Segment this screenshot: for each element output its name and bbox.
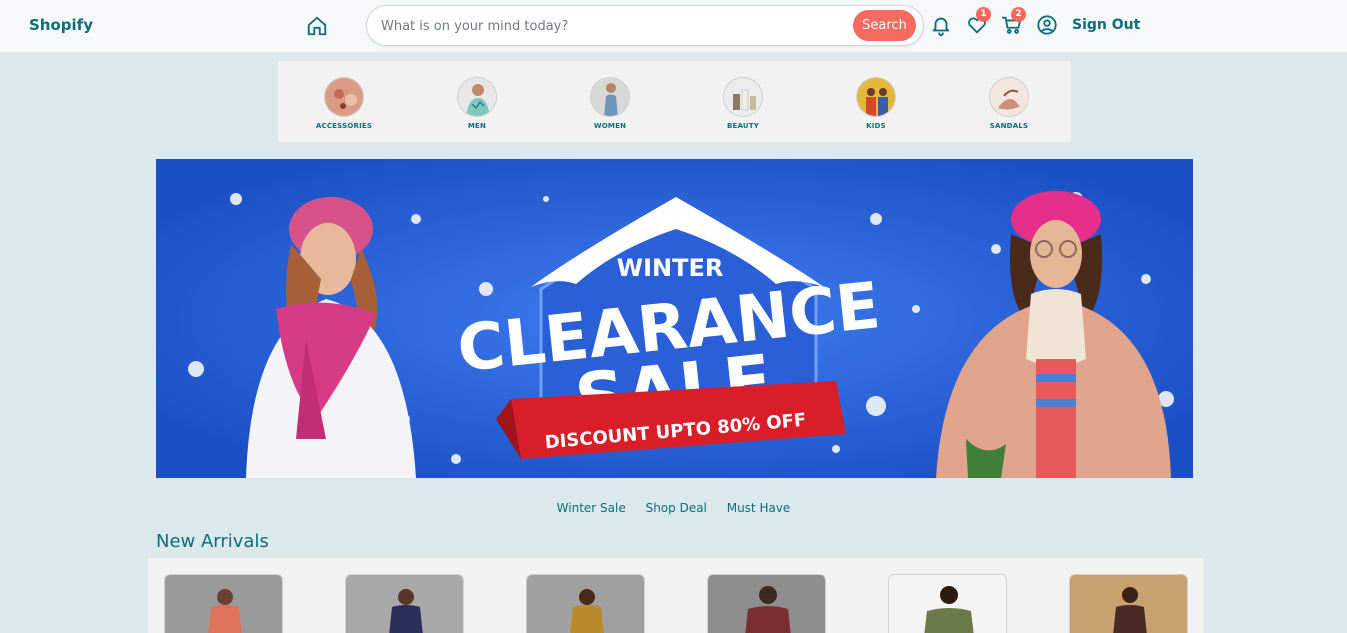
- category-label: KIDS: [866, 122, 886, 130]
- sign-out-button[interactable]: Sign Out: [1072, 17, 1140, 33]
- category-beauty[interactable]: BEAUTY: [703, 77, 783, 130]
- search-button[interactable]: Search: [853, 10, 916, 41]
- category-image: [723, 77, 763, 117]
- product-card[interactable]: [707, 574, 826, 633]
- wishlist-button[interactable]: 1: [966, 7, 991, 36]
- wishlist-count-badge: 1: [976, 7, 991, 22]
- category-label: MEN: [467, 122, 487, 130]
- hero-banner[interactable]: WINTER CLEARANCE SALE DISCOUNT UPTO 80% …: [156, 159, 1193, 478]
- category-label: WOMEN: [593, 122, 627, 130]
- category-image: [856, 77, 896, 117]
- shop-deal-link[interactable]: Shop Deal: [646, 501, 707, 515]
- winter-sale-link[interactable]: Winter Sale: [557, 501, 626, 515]
- top-navbar: Shopify Search 1 2: [0, 0, 1347, 53]
- home-icon[interactable]: [306, 15, 328, 37]
- product-card[interactable]: [164, 574, 283, 633]
- category-label: SANDALS: [989, 122, 1029, 130]
- category-image: [989, 77, 1029, 117]
- user-account-icon[interactable]: [1036, 14, 1058, 36]
- bell-icon[interactable]: [930, 14, 952, 36]
- product-card[interactable]: [526, 574, 645, 633]
- product-card[interactable]: [888, 574, 1007, 633]
- category-men[interactable]: MEN: [437, 77, 517, 130]
- category-kids[interactable]: KIDS: [836, 77, 916, 130]
- cart-count-badge: 2: [1011, 7, 1026, 22]
- product-card[interactable]: [345, 574, 464, 633]
- category-label: ACCESSORIES: [315, 122, 373, 130]
- must-have-link[interactable]: Must Have: [727, 501, 791, 515]
- category-image: [324, 77, 364, 117]
- category-image: [590, 77, 630, 117]
- search-bar: Search: [366, 5, 924, 46]
- banner-line-1: WINTER: [617, 254, 724, 282]
- category-bar: ACCESSORIES MEN WOMEN BEAUTY KIDS SANDAL…: [278, 61, 1071, 142]
- promo-links: Winter Sale Shop Deal Must Have: [0, 501, 1347, 515]
- category-image: [457, 77, 497, 117]
- new-arrivals-grid: [148, 558, 1203, 633]
- category-sandals[interactable]: SANDALS: [969, 77, 1049, 130]
- cart-button[interactable]: 2: [1001, 7, 1026, 36]
- brand-logo[interactable]: Shopify: [29, 16, 93, 34]
- category-accessories[interactable]: ACCESSORIES: [304, 77, 384, 130]
- product-card[interactable]: [1069, 574, 1188, 633]
- new-arrivals-heading: New Arrivals: [156, 531, 269, 552]
- category-label: BEAUTY: [726, 122, 760, 130]
- search-input[interactable]: [381, 16, 841, 36]
- category-women[interactable]: WOMEN: [570, 77, 650, 130]
